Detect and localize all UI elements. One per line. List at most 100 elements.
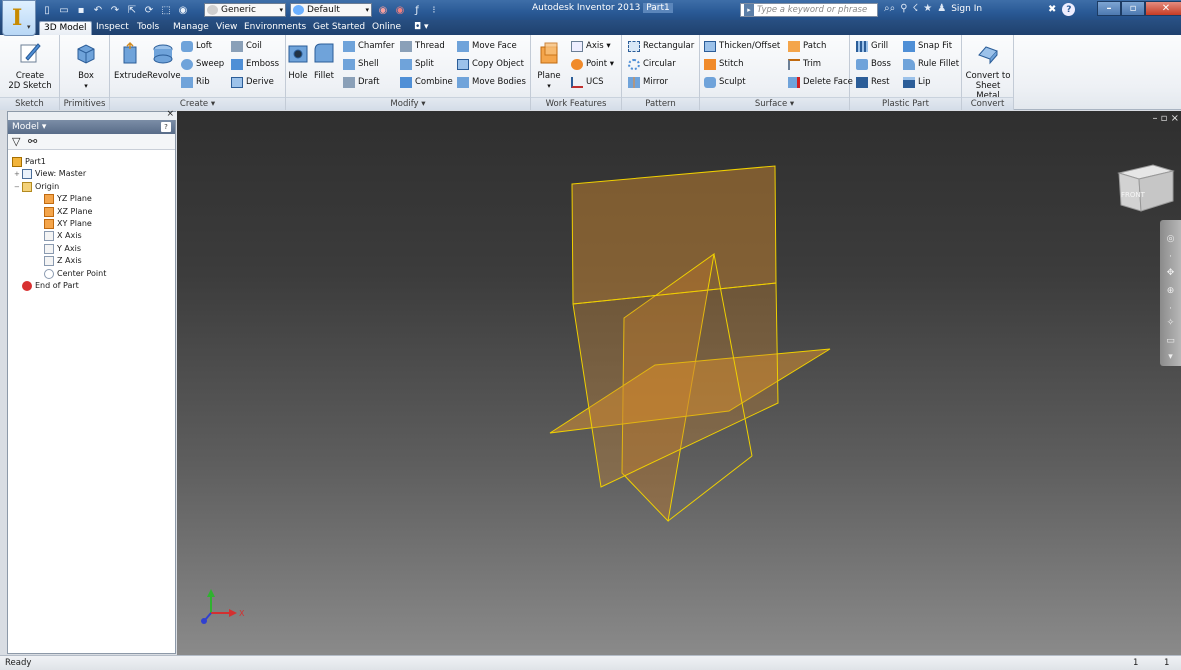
point-button[interactable]: Point ▾ [571, 58, 614, 71]
select-icon[interactable]: ⬚ [159, 3, 173, 17]
tab-overflow[interactable]: ◘ ▾ [410, 21, 433, 35]
sculpt-button[interactable]: Sculpt [704, 76, 746, 89]
chamfer-button[interactable]: Chamfer [343, 40, 395, 53]
more-icon[interactable]: ⁝ [427, 3, 441, 17]
stitch-button[interactable]: Stitch [704, 58, 743, 71]
minimize-button[interactable]: – [1097, 1, 1121, 16]
snap-fit-button[interactable]: Snap Fit [903, 40, 952, 53]
split-button[interactable]: Split [400, 58, 434, 71]
pan-icon[interactable]: ✥ [1164, 268, 1177, 281]
exchange-icon[interactable]: ✖ [1048, 4, 1056, 15]
close-button[interactable]: ✕ [1145, 1, 1181, 16]
graphics-window[interactable]: – ▫ × X FRONT ◎ · ✥ ⊕ · ✧ ▭ ▾ [177, 111, 1181, 655]
look-at-icon[interactable]: ▭ [1164, 336, 1177, 349]
loft-button[interactable]: Loft [181, 40, 212, 53]
appearance-select[interactable]: Default ▾ [290, 3, 372, 17]
tree-node[interactable]: Part1 [8, 156, 175, 168]
combine-button[interactable]: Combine [400, 76, 453, 89]
save-icon[interactable]: ▪ [74, 3, 88, 17]
create-2d-sketch-button[interactable]: Create 2D Sketch [4, 41, 56, 91]
find-icon[interactable]: ⚯ [28, 135, 37, 148]
revolve-button[interactable]: Revolve [147, 41, 181, 81]
open-icon[interactable]: ▭ [57, 3, 71, 17]
move-bodies-button[interactable]: Move Bodies [457, 76, 526, 89]
tree-node[interactable]: XY Plane [8, 218, 175, 230]
hole-button[interactable]: Hole [286, 41, 310, 81]
user-icon[interactable]: ♟ [937, 3, 946, 14]
boss-button[interactable]: Boss [856, 58, 891, 71]
shell-button[interactable]: Shell [343, 58, 379, 71]
redo-icon[interactable]: ↷ [108, 3, 122, 17]
maximize-button[interactable]: ▫ [1121, 1, 1145, 16]
search-input[interactable]: ▸ Type a keyword or phrase [740, 3, 878, 17]
plane-button[interactable]: Plane ▾ [535, 41, 563, 91]
tab-inspect[interactable]: Inspect [92, 21, 133, 35]
convert-to-sheet-metal-button[interactable]: Convert to Sheet Metal [964, 41, 1012, 101]
circular-pattern-button[interactable]: Circular [628, 58, 676, 71]
derive-button[interactable]: Derive [231, 76, 274, 89]
orbit-icon[interactable]: ✧ [1164, 318, 1177, 331]
tree-node[interactable]: End of Part [8, 280, 175, 292]
lip-button[interactable]: Lip [903, 76, 931, 89]
trim-button[interactable]: Trim [788, 58, 821, 71]
emboss-button[interactable]: Emboss [231, 58, 279, 71]
steering-wheel-icon[interactable]: ◎ [1164, 234, 1177, 247]
binoculars-icon[interactable]: ⌕⌕ [884, 3, 895, 14]
tab-environments[interactable]: Environments [240, 21, 310, 35]
viewcube[interactable]: FRONT [1111, 155, 1181, 218]
tab-view[interactable]: View [212, 21, 241, 35]
coil-button[interactable]: Coil [231, 40, 262, 53]
sign-in-link[interactable]: Sign In [951, 4, 982, 14]
expander-icon[interactable]: − [14, 181, 20, 193]
tree-node[interactable]: Z Axis [8, 255, 175, 267]
favorites-icon[interactable]: ★ [923, 3, 932, 14]
update-icon[interactable]: ⟳ [142, 3, 156, 17]
sweep-button[interactable]: Sweep [181, 58, 224, 71]
patch-button[interactable]: Patch [788, 40, 826, 53]
extrude-button[interactable]: Extrude [114, 41, 147, 81]
thicken-offset-button[interactable]: Thicken/Offset [704, 40, 780, 53]
move-face-button[interactable]: Move Face [457, 40, 517, 53]
rectangular-pattern-button[interactable]: Rectangular [628, 40, 694, 53]
tree-node[interactable]: XZ Plane [8, 206, 175, 218]
zoom-icon[interactable]: ⊕ [1164, 286, 1177, 299]
copy-object-button[interactable]: Copy Object [457, 58, 524, 71]
tree-node[interactable]: − Origin [8, 181, 175, 193]
material-icon[interactable]: ◉ [176, 3, 190, 17]
ucs-button[interactable]: UCS [571, 76, 604, 89]
tree-node[interactable]: Center Point [8, 268, 175, 280]
mirror-button[interactable]: Mirror [628, 76, 668, 89]
browser-title-dropdown[interactable]: Model ▾ [12, 122, 46, 132]
box-button[interactable]: Box ▾ [71, 41, 101, 91]
material-select[interactable]: Generic ▾ [204, 3, 286, 17]
tab-3d-model[interactable]: 3D Model [39, 21, 92, 35]
tree-node[interactable]: X Axis [8, 230, 175, 242]
rule-fillet-button[interactable]: Rule Fillet [903, 58, 959, 71]
tab-tools[interactable]: Tools [133, 21, 163, 35]
filter-icon[interactable]: ▽ [12, 135, 20, 148]
draft-button[interactable]: Draft [343, 76, 379, 89]
axis-button[interactable]: Axis ▾ [571, 40, 611, 53]
undo-icon[interactable]: ↶ [91, 3, 105, 17]
communication-icon[interactable]: ☇ [913, 3, 919, 14]
application-menu-button[interactable]: I ▾ [2, 0, 36, 36]
help-icon[interactable]: ? [161, 122, 171, 132]
fillet-button[interactable]: Fillet [311, 41, 337, 81]
delete-face-button[interactable]: Delete Face [788, 76, 853, 89]
color-icon[interactable]: ◉ [376, 3, 390, 17]
search-expand-icon[interactable]: ▸ [744, 4, 754, 16]
thread-button[interactable]: Thread [400, 40, 445, 53]
subscription-icon[interactable]: ⚲ [900, 3, 907, 14]
clear-icon[interactable]: ◉ [393, 3, 407, 17]
tree-node[interactable]: YZ Plane [8, 193, 175, 205]
close-icon[interactable]: × [166, 109, 174, 119]
tab-get-started[interactable]: Get Started [309, 21, 369, 35]
rib-button[interactable]: Rib [181, 76, 210, 89]
tree-node[interactable]: + View: Master [8, 168, 175, 180]
new-icon[interactable]: ▯ [40, 3, 54, 17]
rest-button[interactable]: Rest [856, 76, 890, 89]
customize-icon[interactable]: ▾ [1164, 352, 1177, 365]
grill-button[interactable]: Grill [856, 40, 888, 53]
tab-manage[interactable]: Manage [169, 21, 213, 35]
tree-node[interactable]: Y Axis [8, 243, 175, 255]
